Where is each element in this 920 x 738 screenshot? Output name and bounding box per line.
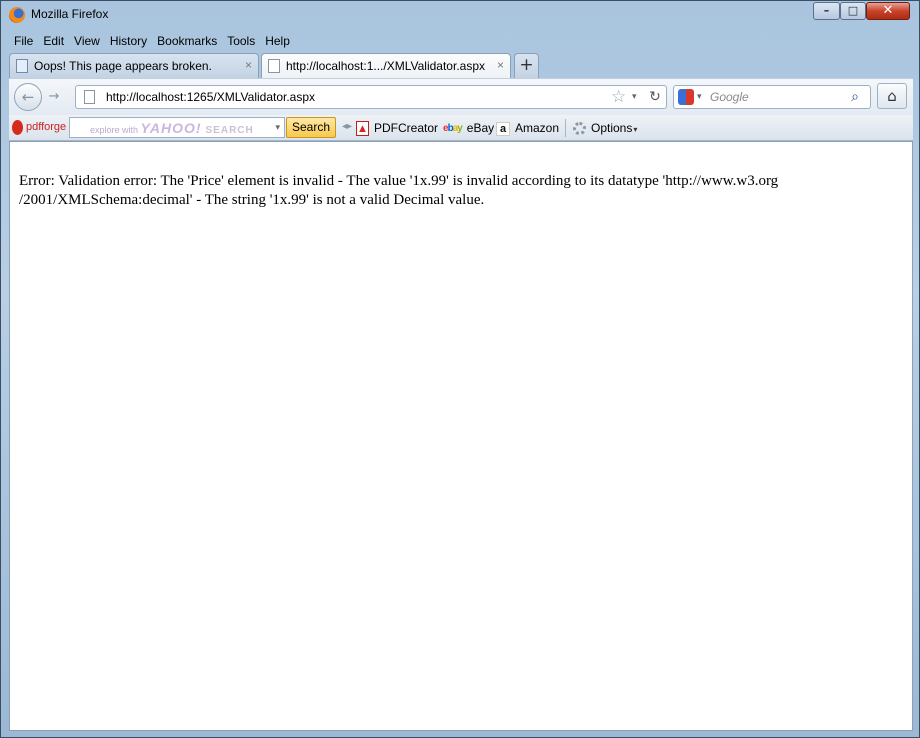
tab-strip: Oops! This page appears broken. × http:/… — [9, 53, 913, 78]
ebay-icon: ebay — [443, 122, 463, 134]
menu-view[interactable]: View — [69, 31, 105, 51]
maximize-button[interactable]: □ — [840, 2, 866, 20]
search-engine-dropdown-icon[interactable]: ▾ — [697, 89, 702, 105]
navigation-toolbar: ← → http://localhost:1265/XMLValidator.a… — [9, 78, 913, 115]
error-line-2: /2001/XMLSchema:decimal' - The string '1… — [19, 192, 485, 208]
forward-arrow-icon: → — [48, 89, 60, 104]
yahoo-placeholder: explore with YAHOO! SEARCH — [90, 120, 254, 136]
chevron-down-icon: ▾ — [633, 125, 638, 134]
pdfforge-brand: pdfforge — [26, 121, 67, 133]
google-icon[interactable] — [678, 89, 694, 105]
back-forward-group: ← → — [14, 83, 69, 111]
menu-file[interactable]: File — [9, 31, 38, 51]
back-arrow-icon: ← — [21, 88, 35, 106]
pdfcreator-button[interactable]: PDFCreator — [356, 115, 438, 141]
pdfforge-logo[interactable]: pdfforge — [12, 120, 70, 136]
menu-tools[interactable]: Tools — [222, 31, 260, 51]
home-icon: ⌂ — [887, 87, 897, 105]
title-bar: Mozilla Firefox – □ ✕ — [1, 1, 919, 29]
tab-close-icon[interactable]: × — [245, 58, 252, 72]
ebay-button[interactable]: ebay eBay — [443, 115, 494, 141]
menu-help[interactable]: Help — [260, 31, 295, 51]
pdfcreator-label: PDFCreator — [374, 121, 439, 135]
url-dropdown-icon[interactable]: ▾ — [632, 89, 637, 105]
search-input[interactable]: Google — [710, 90, 749, 104]
error-message: Error: Validation error: The 'Price' ele… — [19, 172, 889, 210]
sad-page-icon — [16, 59, 28, 73]
ebay-label: eBay — [466, 121, 495, 135]
options-label: Options — [591, 121, 633, 135]
yahoo-dropdown-icon[interactable]: ▾ — [275, 122, 280, 133]
url-bar[interactable]: http://localhost:1265/XMLValidator.aspx … — [75, 85, 667, 109]
yahoo-prefix: explore with — [90, 125, 139, 135]
home-button[interactable]: ⌂ — [877, 83, 907, 109]
firefox-logo-icon — [9, 7, 25, 23]
amazon-icon: a — [496, 121, 510, 136]
maximize-icon: □ — [847, 4, 859, 17]
toolbar-grip-icon[interactable]: ◂▸ — [342, 121, 352, 132]
menu-bookmarks[interactable]: Bookmarks — [152, 31, 222, 51]
pdfforge-toolbar: pdfforge explore with YAHOO! SEARCH ▾ Sea… — [9, 115, 913, 141]
browser-window: Mozilla Firefox – □ ✕ File Edit View Histor… — [0, 0, 920, 738]
yahoo-search-button[interactable]: Search — [286, 117, 336, 138]
tab-xml-validator[interactable]: http://localhost:1.../XMLValidator.aspx … — [261, 53, 511, 78]
tab-label: Oops! This page appears broken. — [34, 59, 212, 73]
page-content: Error: Validation error: The 'Price' ele… — [9, 141, 913, 731]
pdf-icon — [356, 121, 369, 137]
minimize-button[interactable]: – — [813, 2, 840, 20]
menu-bar: File Edit View History Bookmarks Tools Help — [9, 31, 295, 51]
reload-icon[interactable]: ↻ — [646, 88, 664, 106]
page-icon — [268, 59, 280, 73]
close-icon: ✕ — [882, 3, 894, 18]
new-tab-button[interactable]: + — [514, 53, 539, 78]
forward-button[interactable]: → — [44, 89, 64, 105]
yahoo-search-input[interactable]: explore with YAHOO! SEARCH ▾ — [69, 117, 285, 138]
amazon-button[interactable]: a Amazon — [496, 115, 559, 141]
yahoo-brand: YAHOO! — [140, 120, 202, 136]
tab-close-icon[interactable]: × — [497, 58, 504, 72]
url-text[interactable]: http://localhost:1265/XMLValidator.aspx — [106, 90, 315, 104]
tab-oops[interactable]: Oops! This page appears broken. × — [9, 53, 259, 78]
toolbar-separator — [565, 119, 566, 137]
search-icon[interactable]: ⌕ — [846, 88, 864, 106]
error-line-1: Error: Validation error: The 'Price' ele… — [19, 173, 779, 189]
pdfforge-drop-icon — [12, 120, 23, 135]
close-window-button[interactable]: ✕ — [866, 2, 910, 20]
amazon-label: Amazon — [515, 121, 560, 135]
bookmark-star-icon[interactable]: ☆ — [611, 87, 626, 107]
window-title: Mozilla Firefox — [31, 7, 109, 21]
gear-icon — [573, 122, 586, 136]
search-bar[interactable]: ▾ Google ⌕ — [673, 85, 871, 109]
menu-history[interactable]: History — [105, 31, 152, 51]
options-button[interactable]: Options▾ — [573, 115, 637, 141]
back-button[interactable]: ← — [14, 83, 42, 111]
yahoo-suffix: SEARCH — [205, 125, 254, 136]
page-icon — [84, 90, 95, 104]
menu-edit[interactable]: Edit — [38, 31, 69, 51]
tab-label: http://localhost:1.../XMLValidator.aspx — [286, 59, 485, 73]
minimize-icon: – — [823, 4, 830, 17]
